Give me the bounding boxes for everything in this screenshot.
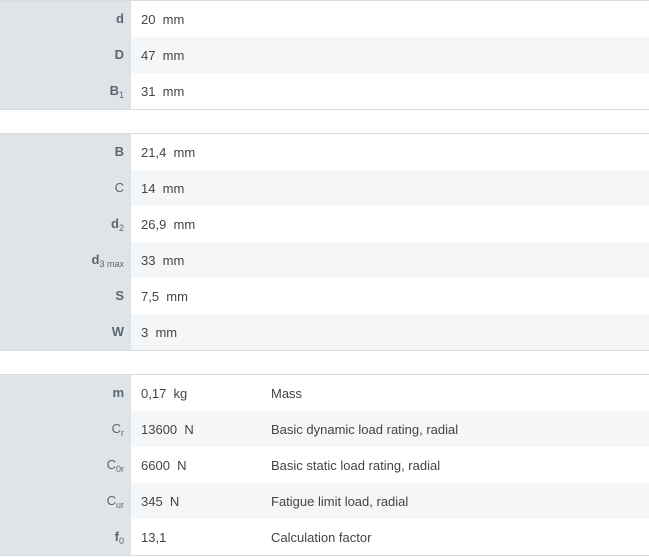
symbol-cell: d3 max bbox=[0, 242, 131, 278]
value-cell: 33 mm bbox=[131, 242, 649, 278]
value-cell: 21,4 mm bbox=[131, 133, 649, 170]
mounting-dimensions-table: B 21,4 mm C 14 mm d2 26,9 mm d3 max 33 m… bbox=[0, 133, 649, 351]
table-row: Cr 13600 N Basic dynamic load rating, ra… bbox=[0, 411, 649, 447]
symbol-cell: Cr bbox=[0, 411, 131, 447]
table-row: D 47 mm bbox=[0, 37, 649, 73]
table-row: S 7,5 mm bbox=[0, 278, 649, 314]
symbol-cell: D bbox=[0, 37, 131, 73]
table-row: B 21,4 mm bbox=[0, 133, 649, 170]
value-cell: 20 mm bbox=[131, 0, 649, 37]
value-cell: 31 mm bbox=[131, 73, 649, 110]
description-cell: Basic dynamic load rating, radial bbox=[271, 411, 649, 447]
value-cell: 3 mm bbox=[131, 314, 649, 351]
value-cell: 13600 N bbox=[131, 411, 271, 447]
symbol-cell: C bbox=[0, 170, 131, 206]
value-cell: 0,17 kg bbox=[131, 374, 271, 411]
value-cell: 26,9 mm bbox=[131, 206, 649, 242]
table-row: m 0,17 kg Mass bbox=[0, 374, 649, 411]
table-row: C0r 6600 N Basic static load rating, rad… bbox=[0, 447, 649, 483]
table-row: Cur 345 N Fatigue limit load, radial bbox=[0, 483, 649, 519]
symbol-cell: C0r bbox=[0, 447, 131, 483]
symbol-cell: B1 bbox=[0, 73, 131, 110]
value-cell: 345 N bbox=[131, 483, 271, 519]
symbol-cell: f0 bbox=[0, 519, 131, 556]
value-cell: 14 mm bbox=[131, 170, 649, 206]
table-row: d2 26,9 mm bbox=[0, 206, 649, 242]
description-cell: Basic static load rating, radial bbox=[271, 447, 649, 483]
value-cell: 7,5 mm bbox=[131, 278, 649, 314]
table-row: f0 13,1 Calculation factor bbox=[0, 519, 649, 556]
performance-data-table: m 0,17 kg Mass Cr 13600 N Basic dynamic … bbox=[0, 374, 649, 556]
value-cell: 13,1 bbox=[131, 519, 271, 556]
symbol-cell: Cur bbox=[0, 483, 131, 519]
value-cell: 6600 N bbox=[131, 447, 271, 483]
symbol-cell: B bbox=[0, 133, 131, 170]
table-row: d 20 mm bbox=[0, 0, 649, 37]
description-cell: Mass bbox=[271, 374, 649, 411]
table-row: d3 max 33 mm bbox=[0, 242, 649, 278]
table-row: W 3 mm bbox=[0, 314, 649, 351]
dimensions-table: d 20 mm D 47 mm B1 31 mm bbox=[0, 0, 649, 110]
symbol-cell: S bbox=[0, 278, 131, 314]
table-row: B1 31 mm bbox=[0, 73, 649, 110]
symbol-cell: W bbox=[0, 314, 131, 351]
symbol-cell: d2 bbox=[0, 206, 131, 242]
description-cell: Fatigue limit load, radial bbox=[271, 483, 649, 519]
symbol-cell: d bbox=[0, 0, 131, 37]
symbol-cell: m bbox=[0, 374, 131, 411]
table-row: C 14 mm bbox=[0, 170, 649, 206]
value-cell: 47 mm bbox=[131, 37, 649, 73]
description-cell: Calculation factor bbox=[271, 519, 649, 556]
